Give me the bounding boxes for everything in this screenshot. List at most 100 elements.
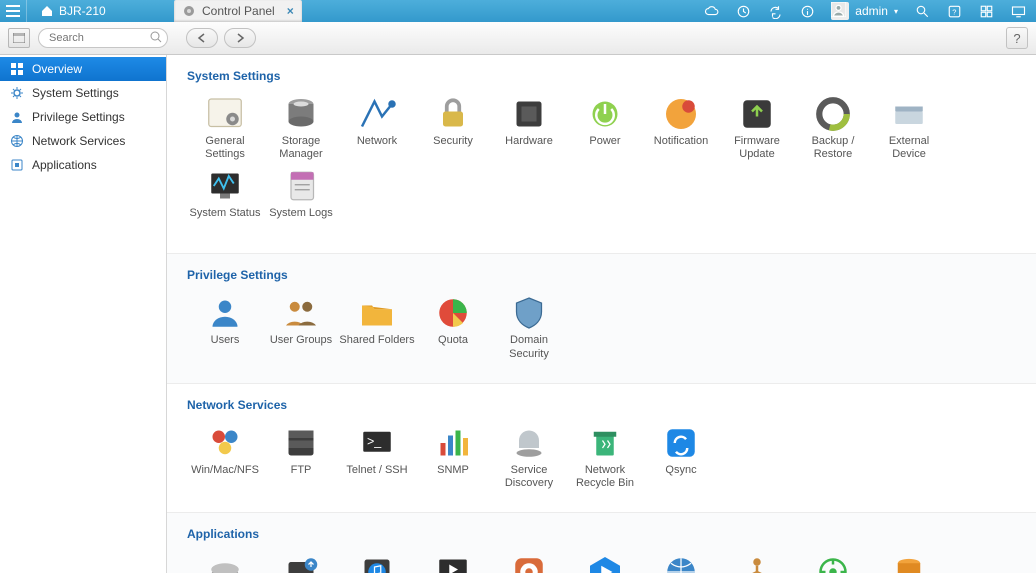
globe-icon [10,134,24,148]
search-icon [150,31,162,43]
close-tab-button[interactable]: × [287,4,294,18]
item-snmp[interactable]: SNMP [415,422,491,494]
item-ftp[interactable]: FTP [263,422,339,494]
search-input[interactable] [38,28,168,48]
item-icon [205,296,245,330]
item-icon [661,426,701,460]
help-top-icon[interactable]: ? [946,3,962,19]
item-network[interactable]: Network [339,93,415,165]
item-icon: >_ [357,426,397,460]
item-user-groups[interactable]: User Groups [263,292,339,364]
item-firmware-update[interactable]: Firmware Update [719,93,795,165]
dashboard-icon[interactable] [978,3,994,19]
item-external-device[interactable]: External Device [871,93,947,165]
item-label: SNMP [415,464,491,488]
sidebar-item-system-settings[interactable]: System Settings [0,81,166,105]
grid-icon [10,62,24,76]
item-icon [433,426,473,460]
sidebar-item-network-services[interactable]: Network Services [0,129,166,153]
item-label: User Groups [263,334,339,358]
item-domain-security[interactable]: Domain Security [491,292,567,364]
item-icon [509,555,549,573]
main-menu-button[interactable] [0,0,27,22]
item-security[interactable]: Security [415,93,491,165]
item-icon [281,426,321,460]
item-icon [433,296,473,330]
item-icon [433,555,473,573]
item-icon [585,97,625,131]
item-system-status[interactable]: System Status [187,165,263,235]
item-label: Service Discovery [491,464,567,490]
item-icon [509,426,549,460]
item-qsync[interactable]: Qsync [643,422,719,494]
item-label: Quota [415,334,491,358]
window-mode-button[interactable] [8,28,30,48]
refresh-icon[interactable] [767,3,783,19]
search-box [38,28,168,48]
monitor-icon[interactable] [1010,3,1026,19]
item-users[interactable]: Users [187,292,263,364]
chevron-down-icon: ▾ [894,7,898,16]
item-backup-station[interactable]: Backup Station [263,551,339,573]
item-station-manager[interactable]: Station Manager [187,551,263,573]
item-telnet-ssh[interactable]: >_Telnet / SSH [339,422,415,494]
sidebar-item-applications[interactable]: Applications [0,153,166,177]
item-icon [737,555,777,573]
forward-button[interactable] [224,28,256,48]
item-label: Notification [643,135,719,159]
item-general-settings[interactable]: General Settings [187,93,263,165]
item-label: General Settings [187,135,263,161]
title-bar: BJR-210 Control Panel × admin ▾ ? [0,0,1036,22]
item-itunes-server[interactable]: iTunes Server [339,551,415,573]
item-label: Qsync [643,464,719,488]
item-mysql-server[interactable]: MySQL Server [871,551,947,573]
sidebar-item-privilege-settings[interactable]: Privilege Settings [0,105,166,129]
item-storage-manager[interactable]: Storage Manager [263,93,339,165]
item-icon [281,97,321,131]
search-top-icon[interactable] [914,3,930,19]
item-win-mac-nfs[interactable]: Win/Mac/NFS [187,422,263,494]
item-transcode-management[interactable]: Transcode Management [567,551,643,573]
item-label: Power [567,135,643,159]
item-web-server[interactable]: Web Server [643,551,719,573]
item-icon [205,169,245,203]
help-button[interactable]: ? [1006,27,1028,49]
svg-text:>_: >_ [367,434,382,448]
section-system-settings: System SettingsGeneral SettingsStorage M… [167,55,1036,254]
item-label: Firmware Update [719,135,795,161]
sidebar-item-overview[interactable]: Overview [0,57,166,81]
item-icon [357,97,397,131]
clock-icon[interactable] [735,3,751,19]
cloud-icon[interactable] [703,3,719,19]
item-icon [281,296,321,330]
item-dlna-media-server[interactable]: DLNA Media Server [415,551,491,573]
item-network-recycle-bin[interactable]: Network Recycle Bin [567,422,643,494]
item-backup-restore[interactable]: Backup / Restore [795,93,871,165]
item-icon [813,555,853,573]
item-icon [281,555,321,573]
home-tab[interactable]: BJR-210 [27,0,120,22]
item-power[interactable]: Power [567,93,643,165]
info-icon[interactable] [799,3,815,19]
section-network-services: Network ServicesWin/Mac/NFSFTP>_Telnet /… [167,384,1036,513]
item-icon [585,426,625,460]
item-system-logs[interactable]: System Logs [263,165,339,235]
item-notification[interactable]: Notification [643,93,719,165]
item-service-discovery[interactable]: Service Discovery [491,422,567,494]
back-button[interactable] [186,28,218,48]
item-label: Security [415,135,491,159]
item-hardware[interactable]: Hardware [491,93,567,165]
user-menu[interactable]: admin ▾ [831,2,898,20]
item-shared-folders[interactable]: Shared Folders [339,292,415,364]
item-icon [281,169,321,203]
item-icon [205,97,245,131]
item-vpn-service[interactable]: VPN Service [795,551,871,573]
item-label: External Device [871,135,947,161]
sidebar-item-label: Overview [32,62,82,76]
item-quota[interactable]: Quota [415,292,491,364]
item-icon [737,97,777,131]
item-multimedia-management[interactable]: Multimedia Management [491,551,567,573]
item-icon [889,97,929,131]
item-ldap-server[interactable]: LDAP Server [719,551,795,573]
app-tab-control-panel[interactable]: Control Panel × [174,0,302,22]
